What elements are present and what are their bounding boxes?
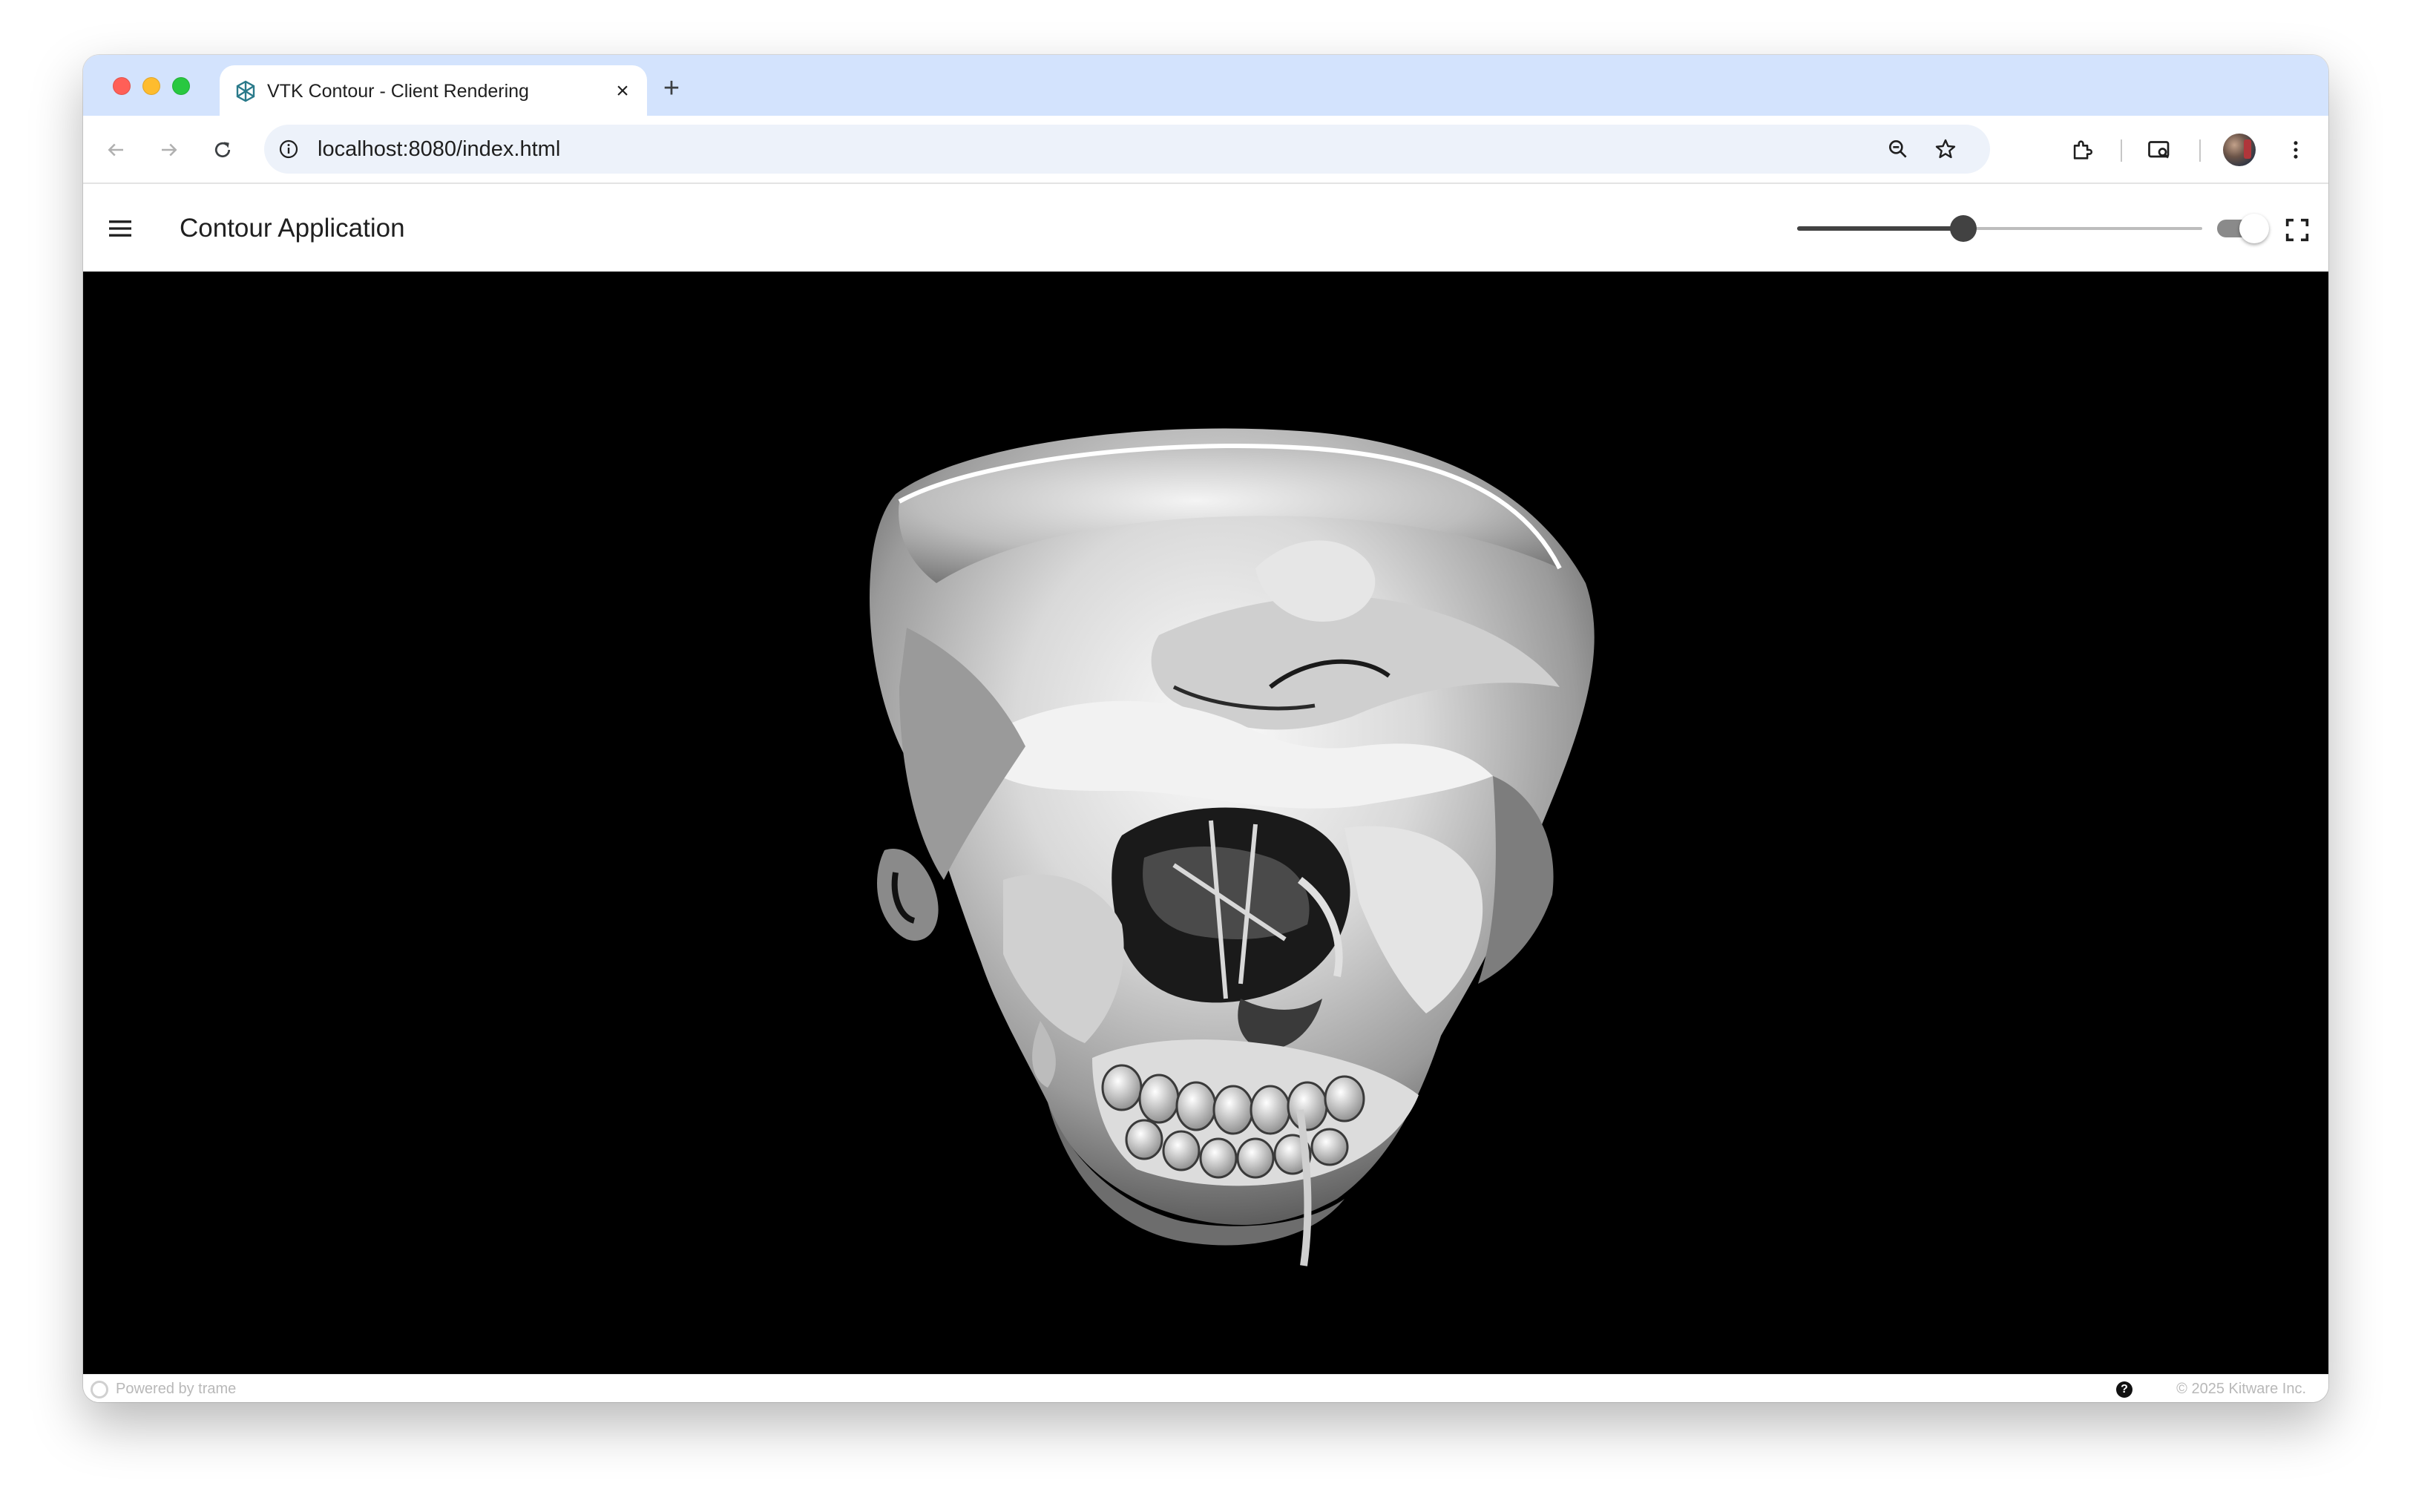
zoom-out-icon bbox=[1889, 140, 1907, 158]
forward-button[interactable] bbox=[153, 134, 185, 166]
page-title: Contour Application bbox=[180, 214, 405, 243]
app-footer: Powered by trame ? © 2025 Kitware Inc. bbox=[83, 1374, 2328, 1402]
close-window-button[interactable] bbox=[113, 77, 131, 95]
tab-close-icon[interactable]: × bbox=[610, 79, 635, 104]
bookmark-button[interactable] bbox=[1931, 134, 1960, 164]
browser-tab[interactable]: VTK Contour - Client Rendering × bbox=[220, 65, 647, 116]
tab-search-button[interactable] bbox=[2143, 134, 2176, 166]
slider-fill bbox=[1797, 226, 1963, 231]
media-search-icon bbox=[2148, 141, 2170, 159]
puzzle-piece-icon bbox=[2073, 140, 2092, 160]
extensions-button[interactable] bbox=[2066, 134, 2098, 166]
browser-toolbar: localhost:8080/index.html bbox=[83, 116, 2328, 184]
switch-knob[interactable] bbox=[2239, 214, 2269, 243]
powered-by-text[interactable]: Powered by trame bbox=[116, 1375, 236, 1402]
zoom-button[interactable] bbox=[1883, 134, 1913, 164]
new-tab-button[interactable]: + bbox=[654, 71, 689, 105]
toolbar-divider bbox=[2121, 139, 2122, 162]
fullscreen-icon bbox=[2285, 218, 2309, 242]
toolbar-divider bbox=[2199, 139, 2201, 162]
minimize-window-button[interactable] bbox=[142, 77, 160, 95]
trame-favicon-icon bbox=[236, 80, 255, 102]
arrow-left-icon bbox=[108, 143, 123, 157]
browser-menu-button[interactable] bbox=[2279, 134, 2312, 166]
representation-switch[interactable] bbox=[2213, 212, 2272, 245]
reload-button[interactable] bbox=[206, 134, 239, 166]
app-bar: Contour Application bbox=[83, 185, 2328, 272]
copyright-text[interactable]: © 2025 Kitware Inc. bbox=[2176, 1375, 2306, 1402]
star-icon bbox=[1935, 139, 1956, 159]
reset-camera-button[interactable] bbox=[2279, 212, 2315, 248]
menu-icon bbox=[109, 220, 131, 237]
url-text[interactable]: localhost:8080/index.html bbox=[318, 125, 560, 174]
trame-logo-icon bbox=[91, 1381, 108, 1398]
tab-strip: VTK Contour - Client Rendering × + bbox=[83, 55, 2328, 116]
more-vertical-icon bbox=[2294, 141, 2298, 159]
back-button[interactable] bbox=[99, 134, 132, 166]
help-icon[interactable]: ? bbox=[2116, 1381, 2132, 1398]
reload-icon bbox=[214, 142, 231, 158]
arrow-right-icon bbox=[162, 143, 177, 157]
skull-isosurface[interactable] bbox=[83, 272, 2328, 1374]
render-viewport[interactable] bbox=[83, 272, 2328, 1374]
contour-value-slider[interactable] bbox=[1797, 212, 2202, 245]
browser-window: VTK Contour - Client Rendering × + local… bbox=[83, 55, 2328, 1402]
drawer-toggle-button[interactable] bbox=[102, 211, 138, 246]
tab-title: VTK Contour - Client Rendering bbox=[267, 81, 529, 102]
profile-avatar[interactable] bbox=[2223, 134, 2256, 166]
slider-thumb[interactable] bbox=[1949, 215, 1977, 242]
site-info-icon[interactable] bbox=[275, 135, 303, 163]
address-bar[interactable]: localhost:8080/index.html bbox=[264, 125, 1990, 174]
maximize-window-button[interactable] bbox=[172, 77, 190, 95]
